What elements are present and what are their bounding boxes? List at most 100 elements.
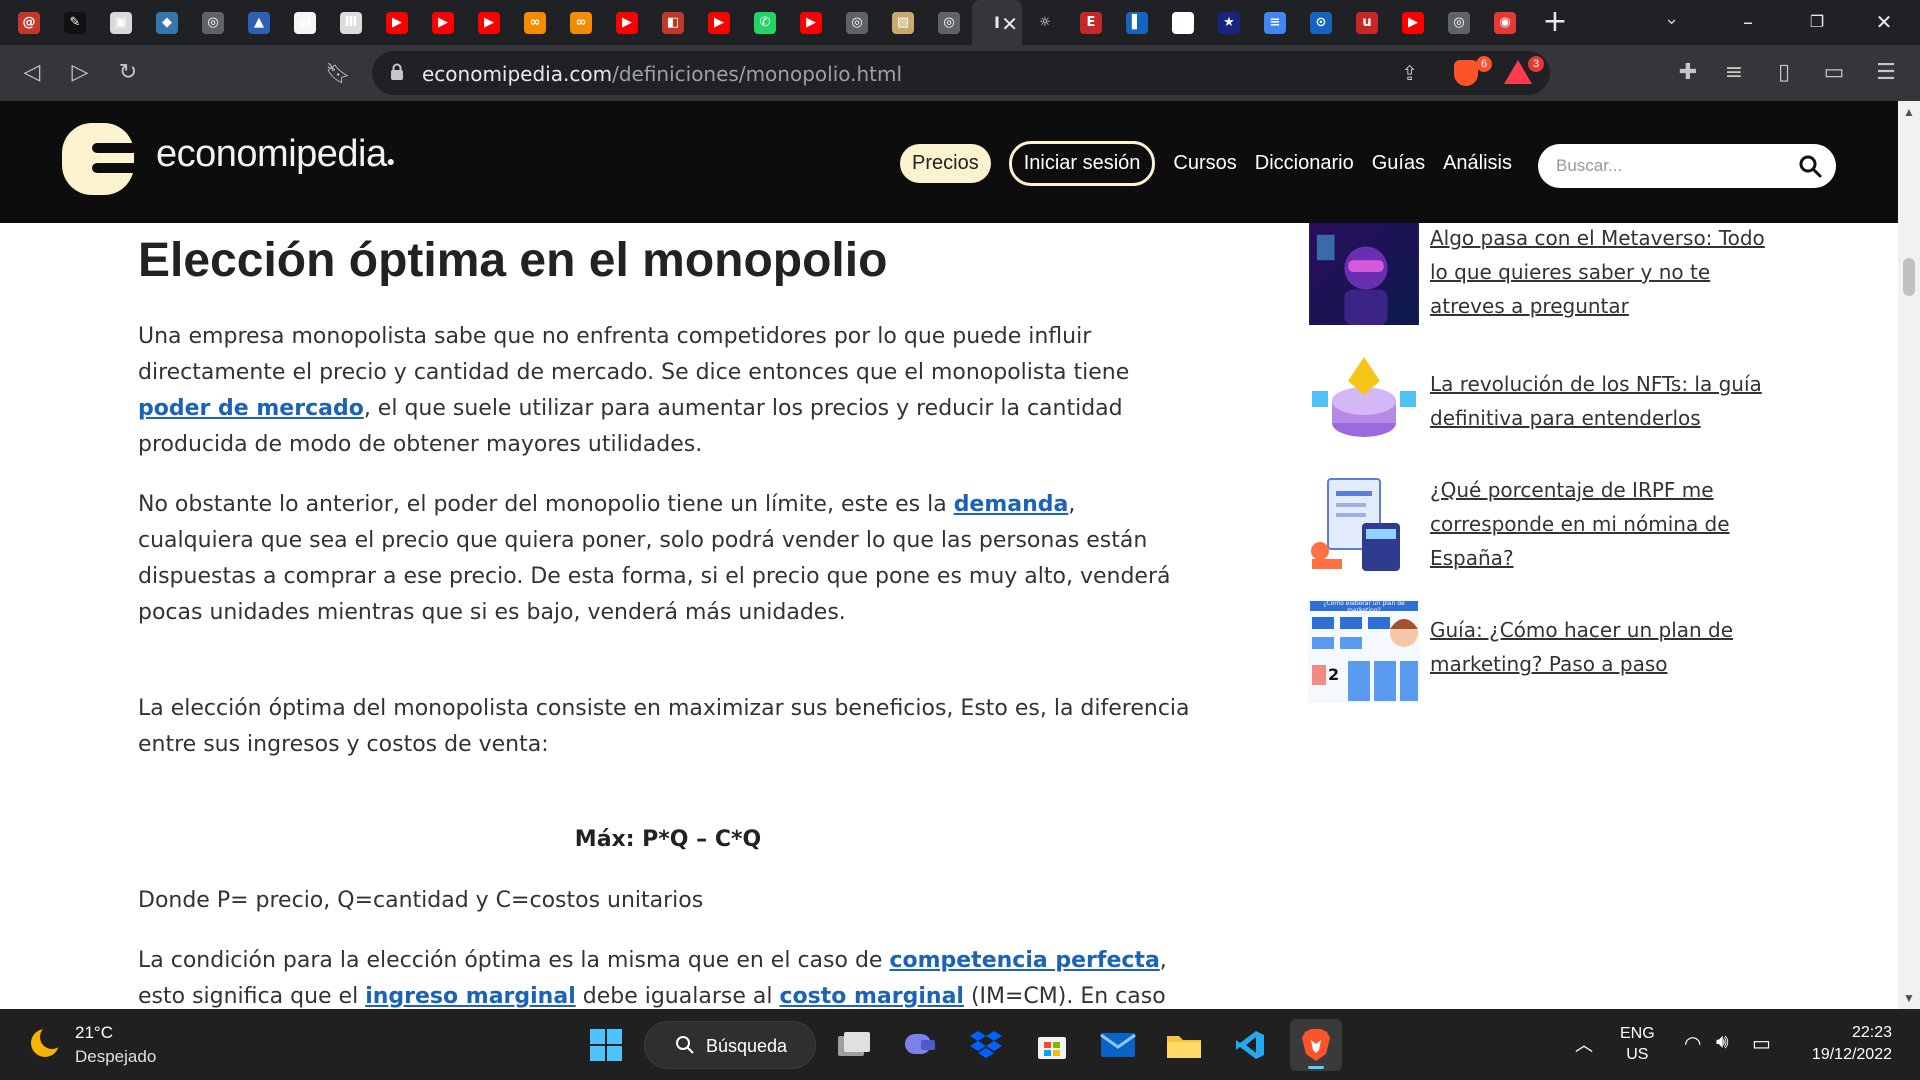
browser-tab[interactable]: ◎ xyxy=(190,0,236,45)
moon-weather-icon[interactable] xyxy=(28,1026,62,1060)
metaverse-thumbnail[interactable] xyxy=(1308,223,1420,325)
related-article-link[interactable]: La revolución de los NFTs: la guía defin… xyxy=(1430,367,1770,435)
nav-diccionario[interactable]: Diccionario xyxy=(1255,152,1354,175)
back-button[interactable]: ◁ xyxy=(16,57,48,89)
browser-tab[interactable]: ▶ xyxy=(788,0,834,45)
tab-search-chevron-icon[interactable]: ⌄ xyxy=(1664,8,1679,29)
browser-tab[interactable]: ◧ xyxy=(650,0,696,45)
sidebar-toggle-icon[interactable]: ▯ xyxy=(1768,57,1800,89)
browser-tab[interactable]: ◎ xyxy=(1436,0,1482,45)
link-costo-marginal[interactable]: costo marginal xyxy=(779,984,964,1009)
battery-icon[interactable]: ▭ xyxy=(1752,1031,1771,1056)
restore-button[interactable]: ❐ xyxy=(1797,6,1837,38)
brave-browser-app[interactable] xyxy=(1290,1019,1342,1071)
browser-tab[interactable]: ▶ xyxy=(420,0,466,45)
browser-tab[interactable]: ∞ xyxy=(512,0,558,45)
browser-tab[interactable]: ☼ xyxy=(1022,0,1068,45)
wallet-icon[interactable]: ▭ xyxy=(1818,57,1850,89)
task-view-button[interactable] xyxy=(828,1019,880,1071)
link-competencia-perfecta[interactable]: competencia perfecta xyxy=(889,948,1159,973)
economipedia-logo-icon[interactable] xyxy=(62,119,138,195)
playlist-icon[interactable]: ≡ xyxy=(1718,57,1750,89)
file-explorer-app[interactable] xyxy=(1158,1019,1210,1071)
teams-chat-app[interactable] xyxy=(894,1019,946,1071)
tab-active[interactable]: I ✕ xyxy=(972,0,1022,45)
extensions-icon[interactable]: ✚ xyxy=(1672,57,1704,89)
browser-tab[interactable]: ⊙ xyxy=(1298,0,1344,45)
nav-guias[interactable]: Guías xyxy=(1372,152,1425,175)
nav-login-button[interactable]: Iniciar sesión xyxy=(1008,141,1156,186)
site-search-input[interactable] xyxy=(1556,154,1786,178)
forward-button[interactable]: ▷ xyxy=(64,57,96,89)
browser-tab[interactable]: ▌ xyxy=(1114,0,1160,45)
browser-tab[interactable]: ◆ xyxy=(144,0,190,45)
browser-tab[interactable]: E xyxy=(1068,0,1114,45)
address-bar[interactable]: economipedia.com/definiciones/monopolio.… xyxy=(372,51,1550,95)
browser-tab[interactable]: ✆ xyxy=(742,0,788,45)
docs-icon: ≡ xyxy=(1264,11,1286,34)
clock[interactable]: 22:23 19/12/2022 xyxy=(1802,1022,1892,1066)
browser-tab[interactable]: ▲ xyxy=(236,0,282,45)
browser-tab[interactable]: ▶ xyxy=(604,0,650,45)
browser-tab[interactable]: ◉ xyxy=(1482,0,1528,45)
show-hidden-icons-chevron-icon[interactable]: ︿ xyxy=(1575,1031,1593,1057)
browser-tab[interactable]: ▶ xyxy=(696,0,742,45)
brave-shields-icon[interactable] xyxy=(1454,60,1478,86)
nft-thumbnail[interactable] xyxy=(1308,351,1420,455)
youtube-icon: ▶ xyxy=(386,11,408,34)
reload-button[interactable]: ↻ xyxy=(112,57,144,89)
browser-tab[interactable]: ▶ xyxy=(466,0,512,45)
menu-icon[interactable]: ☰ xyxy=(1870,57,1902,89)
volume-icon[interactable]: 🔊︎ xyxy=(1716,1031,1729,1054)
browser-tab[interactable]: Ⅲ xyxy=(328,0,374,45)
start-button[interactable] xyxy=(580,1019,632,1071)
browser-tab[interactable]: ⟲ xyxy=(1160,0,1206,45)
browser-tab[interactable]: ▶ xyxy=(1390,0,1436,45)
share-icon[interactable]: ⇪ xyxy=(1401,61,1418,86)
browser-tab[interactable]: ▣ xyxy=(98,0,144,45)
weather-description[interactable]: Despejado xyxy=(75,1047,156,1067)
scroll-up-arrow-icon[interactable]: ▲ xyxy=(1903,105,1915,119)
irpf-thumbnail[interactable] xyxy=(1308,473,1420,577)
scrollbar-thumb[interactable] xyxy=(1903,258,1915,296)
dropbox-app[interactable] xyxy=(960,1019,1012,1071)
browser-tab[interactable]: u xyxy=(1344,0,1390,45)
marketing-plan-thumbnail[interactable]: ¿Cómo elaborar un plan de marketing? 2 xyxy=(1308,599,1420,703)
browser-tab[interactable]: ▤ xyxy=(282,0,328,45)
site-logo-text[interactable]: economipedia● xyxy=(156,133,395,176)
browser-tab[interactable]: ✎ xyxy=(52,0,98,45)
browser-tab[interactable]: ◎ xyxy=(834,0,880,45)
microsoft-store-app[interactable] xyxy=(1026,1019,1078,1071)
input-language[interactable]: ENG US xyxy=(1620,1023,1655,1065)
related-article-link[interactable]: Guía: ¿Cómo hacer un plan de marketing? … xyxy=(1430,613,1770,681)
link-poder-de-mercado[interactable]: poder de mercado xyxy=(138,396,364,421)
bookmark-icon[interactable]: 🔖︎ xyxy=(322,57,354,89)
browser-tab[interactable]: ◎ xyxy=(926,0,972,45)
browser-tab[interactable]: ▨ xyxy=(880,0,926,45)
scroll-down-arrow-icon[interactable]: ▼ xyxy=(1903,991,1915,1005)
weather-temperature[interactable]: 21°C xyxy=(75,1023,113,1043)
search-icon[interactable] xyxy=(1798,154,1822,178)
minimize-button[interactable]: – xyxy=(1728,6,1768,38)
link-demanda[interactable]: demanda xyxy=(954,492,1069,517)
link-ingreso-marginal[interactable]: ingreso marginal xyxy=(365,984,576,1009)
mail-app[interactable] xyxy=(1092,1019,1144,1071)
related-article-link[interactable]: Algo pasa con el Metaverso: Todo lo que … xyxy=(1430,223,1770,323)
close-window-button[interactable]: ✕ xyxy=(1864,6,1904,38)
taskbar-search[interactable]: Búsqueda xyxy=(644,1021,816,1069)
close-tab-icon[interactable]: ✕ xyxy=(1001,12,1018,37)
browser-tab[interactable]: @ xyxy=(6,0,52,45)
browser-tab[interactable]: ∞ xyxy=(558,0,604,45)
url-text[interactable]: economipedia.com/definiciones/monopolio.… xyxy=(422,62,902,86)
related-article-link[interactable]: ¿Qué porcentaje de IRPF me corresponde e… xyxy=(1430,473,1770,575)
browser-tab[interactable]: ▶ xyxy=(374,0,420,45)
page-scrollbar[interactable]: ▲ ▼ xyxy=(1898,101,1920,1009)
wifi-icon[interactable]: ◠ xyxy=(1684,1031,1701,1056)
browser-tab[interactable]: ≡ xyxy=(1252,0,1298,45)
browser-tab[interactable]: ★ xyxy=(1206,0,1252,45)
new-tab-button[interactable]: + xyxy=(1537,4,1573,40)
nav-cursos[interactable]: Cursos xyxy=(1173,152,1236,175)
nav-precios[interactable]: Precios xyxy=(900,144,991,183)
vscode-app[interactable] xyxy=(1224,1019,1276,1071)
nav-analisis[interactable]: Análisis xyxy=(1443,152,1512,175)
